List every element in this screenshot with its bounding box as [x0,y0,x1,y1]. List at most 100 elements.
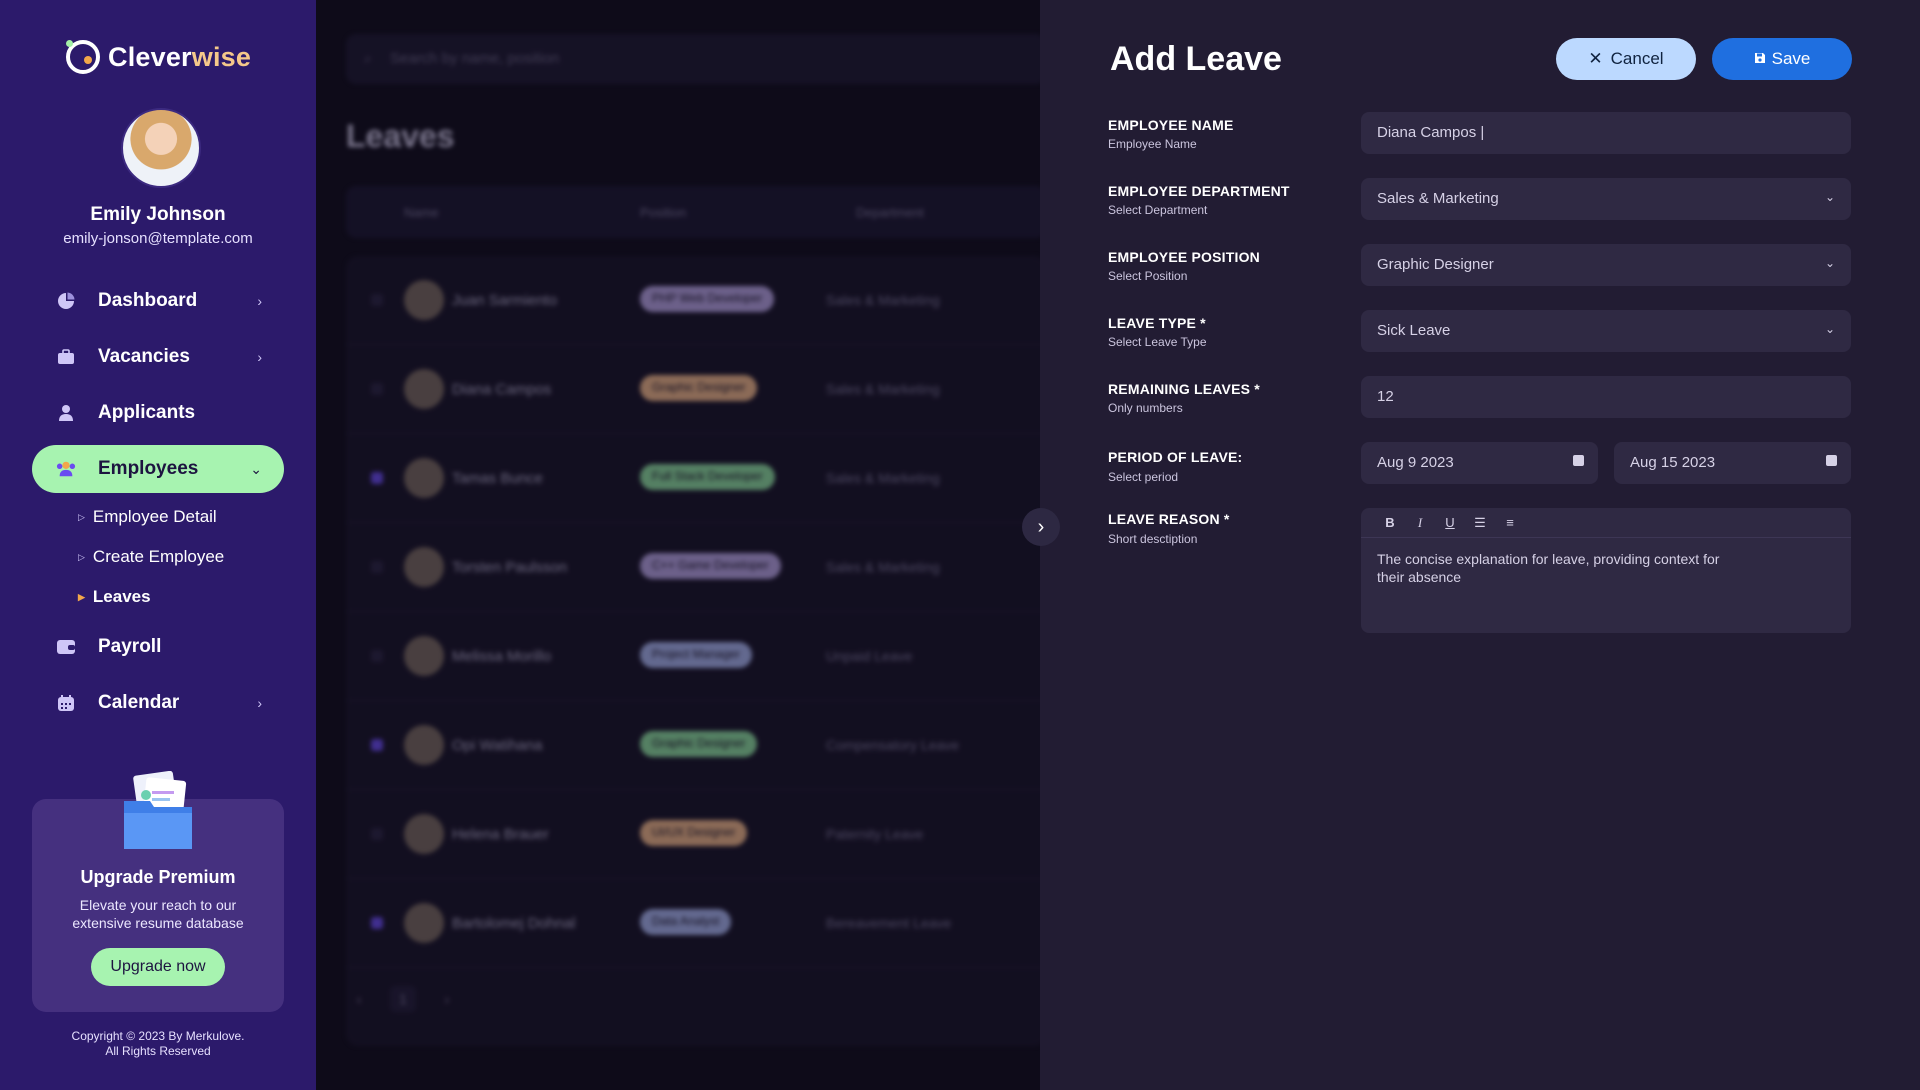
department-label: EMPLOYEE DEPARTMENT [1108,183,1290,199]
collapse-panel-button[interactable]: › [1022,508,1060,546]
remaining-leaves-hint: Only numbers [1108,401,1183,415]
user-name: Emily Johnson [90,204,226,225]
sidebar-item-label: Payroll [98,636,162,657]
column-header-department[interactable]: Department [856,205,924,220]
pagination: ‹ 1 › [346,986,478,1012]
remaining-leaves-value: 12 [1377,388,1394,405]
table-row[interactable]: Bartolomej Dohnal Data Analyst Bereavement… [346,879,1040,968]
column-header-name[interactable]: Name [404,205,439,220]
table-header: Name Position Department [346,186,1040,238]
bold-icon[interactable]: B [1381,515,1399,530]
avatar[interactable] [121,108,201,188]
numbered-list-icon[interactable]: ≡ [1501,515,1519,530]
employee-name-label: EMPLOYEE NAME [1108,117,1234,133]
employee-name-value: Diana Campos | [1377,124,1485,141]
copyright-line: All Rights Reserved [105,1044,211,1058]
table-row[interactable]: Juan Sarmiento PHP Web Developer Sales & M… [346,256,1040,345]
employee-name-hint: Employee Name [1108,137,1197,151]
submenu-item-leaves[interactable]: ▶ Leaves [78,577,284,617]
submenu-item-employee-detail[interactable]: ▷ Employee Detail [78,497,284,537]
copyright: Copyright © 2023 By Merkulove. All Right… [0,1029,316,1059]
position-badge: PHP Web Developer [640,286,775,312]
position-badge: Full Stack Developer [640,464,775,490]
row-checkbox[interactable] [371,561,383,573]
row-checkbox[interactable] [371,294,383,306]
floppy-disk-icon [1754,49,1766,69]
next-page-button[interactable]: › [434,986,460,1012]
position-badge: Graphic Designer [640,731,758,757]
row-checkbox[interactable] [371,917,383,929]
position-hint: Select Position [1108,269,1188,283]
chevron-down-icon: ⌄ [250,460,262,477]
employee-name-input[interactable]: Diana Campos | [1361,112,1851,154]
pie-chart-icon [56,291,76,311]
drawer-title: Add Leave [1110,40,1282,78]
department-text: Sales & Marketing [826,470,940,486]
sidebar-item-vacancies[interactable]: Vacancies › [32,333,284,381]
employees-submenu: ▷ Employee Detail ▷ Create Employee ▶ Le… [32,497,284,617]
sidebar-item-calendar[interactable]: Calendar › [32,679,284,727]
department-select[interactable]: Sales & Marketing ⌄ [1361,178,1851,220]
row-checkbox[interactable] [371,650,383,662]
sidebar-item-dashboard[interactable]: Dashboard › [32,277,284,325]
app-logo[interactable]: Cleverwise [66,40,251,74]
table-row[interactable]: Diana Campos Graphic Designer Sales & Mark… [346,345,1040,434]
leave-reason-editor[interactable]: B I U ☰ ≡ The concise explanation for le… [1361,508,1851,633]
leave-type-select[interactable]: Sick Leave ⌄ [1361,310,1851,352]
employee-name: Opi Watihana [452,737,543,754]
position-badge: Data Analyst [640,909,732,935]
calendar-icon[interactable] [1826,455,1837,466]
user-email: emily-jonson@template.com [63,230,253,247]
start-date-value: Aug 9 2023 [1377,454,1454,471]
table-row[interactable]: Tamas Bunce Full Stack Developer Sales & M… [346,434,1040,523]
calendar-icon[interactable] [1573,455,1584,466]
save-label: Save [1771,49,1811,68]
search-placeholder: Search by name, position [390,50,560,67]
save-button[interactable]: Save [1712,38,1852,80]
avatar [404,547,444,587]
leave-reason-text[interactable]: The concise explanation for leave, provi… [1361,538,1741,598]
sidebar-item-employees[interactable]: Employees ⌄ [32,445,284,493]
caret-right-icon: ▶ [78,591,85,602]
remaining-leaves-input[interactable]: 12 [1361,376,1851,418]
position-label: EMPLOYEE POSITION [1108,249,1260,265]
column-header-position[interactable]: Position [640,205,686,220]
position-badge: UI/UX Designer [640,820,748,846]
avatar [404,725,444,765]
sidebar-item-applicants[interactable]: Applicants [32,389,284,437]
leave-reason-label: LEAVE REASON * [1108,511,1230,527]
remaining-leaves-label: REMAINING LEAVES * [1108,381,1260,397]
upgrade-now-button[interactable]: Upgrade now [91,948,225,986]
chevron-right-icon: › [257,695,262,711]
leave-reason-hint: Short desctiption [1108,532,1198,546]
table-row[interactable]: Torsten Paulsson C++ Game Developer Sales … [346,523,1040,612]
premium-description: Elevate your reach to our extensive resu… [72,897,244,931]
employee-name: Bartolomej Dohnal [452,915,576,932]
wallet-icon [56,637,76,657]
table-row[interactable]: Helena Brauer UI/UX Designer Paternity Lea… [346,790,1040,879]
row-checkbox[interactable] [371,472,383,484]
end-date-input[interactable]: Aug 15 2023 [1614,442,1851,484]
search-icon: ⌕ [364,50,372,66]
add-leave-drawer: Add Leave ✕ Cancel Save EMPLOYEE NAME Em… [1040,0,1920,1090]
italic-icon[interactable]: I [1411,515,1429,531]
submenu-item-create-employee[interactable]: ▷ Create Employee [78,537,284,577]
cancel-button[interactable]: ✕ Cancel [1556,38,1696,80]
search-input[interactable]: ⌕ Search by name, position [346,34,1040,84]
underline-icon[interactable]: U [1441,515,1459,530]
row-checkbox[interactable] [371,828,383,840]
sidebar-item-payroll[interactable]: Payroll [32,623,284,671]
table-row[interactable]: Melissa Morillo Project Manager Unpaid Lea… [346,612,1040,701]
position-select[interactable]: Graphic Designer ⌄ [1361,244,1851,286]
prev-page-button[interactable]: ‹ [346,986,372,1012]
bullet-list-icon[interactable]: ☰ [1471,515,1489,531]
chevron-right-icon: › [257,349,262,365]
user-icon [56,403,76,423]
table-row[interactable]: Opi Watihana Graphic Designer Compensatory… [346,701,1040,790]
department-text: Sales & Marketing [826,381,940,397]
page-number-button[interactable]: 1 [390,986,416,1012]
row-checkbox[interactable] [371,739,383,751]
leaves-table: Juan Sarmiento PHP Web Developer Sales & M… [346,256,1040,1046]
row-checkbox[interactable] [371,383,383,395]
start-date-input[interactable]: Aug 9 2023 [1361,442,1598,484]
